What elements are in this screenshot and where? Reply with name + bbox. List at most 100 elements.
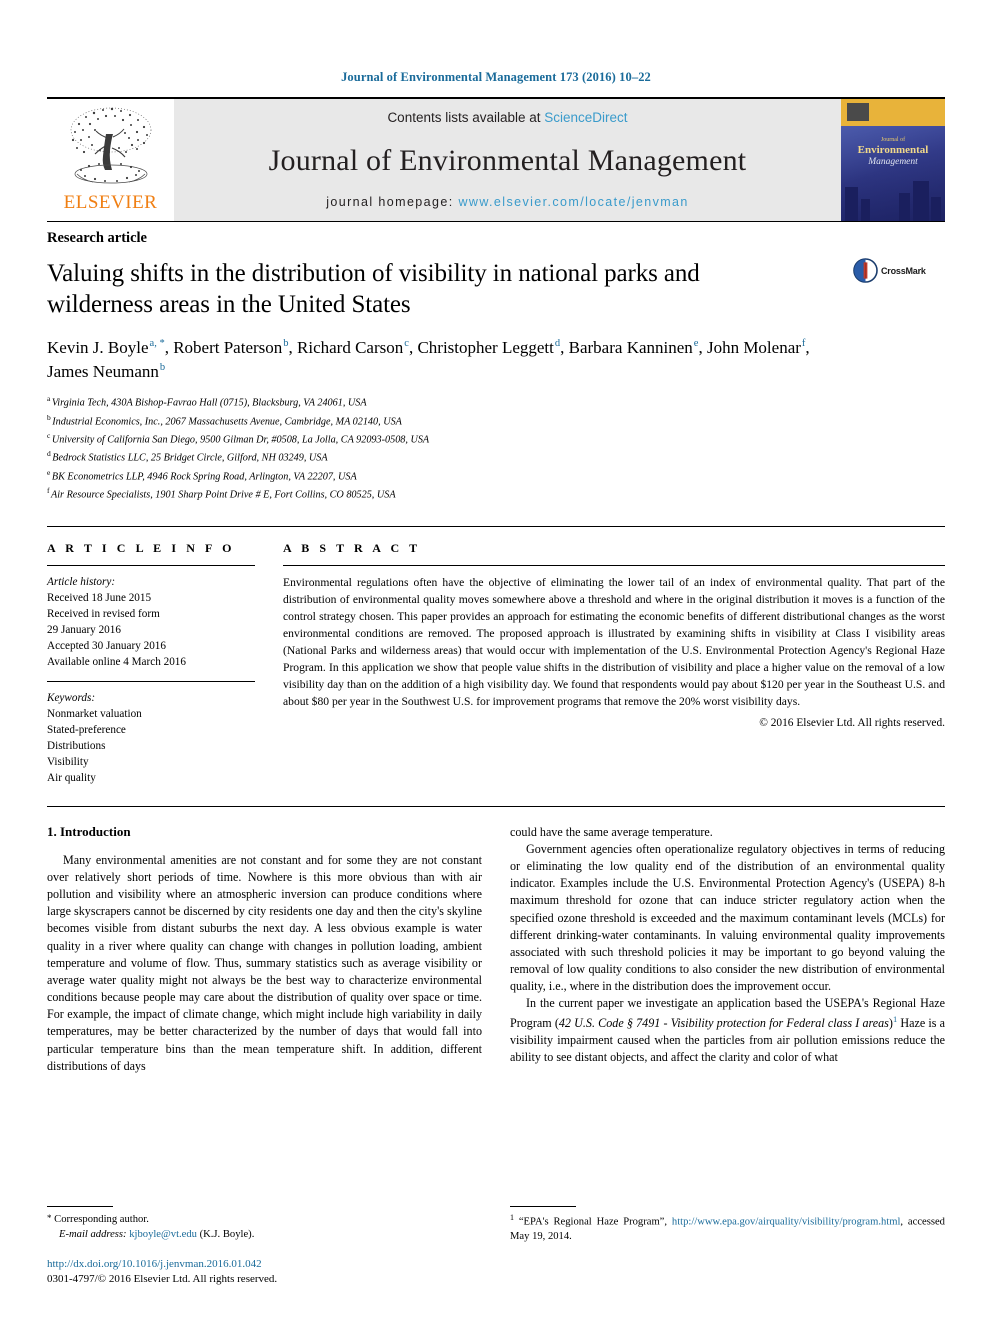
affiliation-text: University of California San Diego, 9500… xyxy=(51,434,430,446)
affiliation: d Bedrock Statistics LLC, 25 Bridget Circ… xyxy=(47,448,945,466)
corresponding-author-text: Corresponding author. xyxy=(54,1213,149,1225)
affiliation-text: Virginia Tech, 430A Bishop-Favrao Hall (… xyxy=(51,397,367,409)
article-history-item: Received in revised form xyxy=(47,607,160,620)
article-type-label: Research article xyxy=(47,230,147,246)
email-link[interactable]: kjboyle@vt.edu xyxy=(129,1229,197,1240)
article-info-rule xyxy=(47,564,255,566)
article-history-item: 29 January 2016 xyxy=(47,623,121,636)
page-title: Valuing shifts in the distribution of vi… xyxy=(47,260,700,318)
elsevier-wordmark: ELSEVIER xyxy=(63,192,158,213)
article-history-lines: Received 18 June 2015 Received in revised… xyxy=(47,590,255,670)
author-name: Robert Paterson xyxy=(173,338,283,357)
keywords-lines: Nonmarket valuation Stated-preference Dist… xyxy=(47,706,255,786)
section-heading-introduction: 1. Introduction xyxy=(47,823,131,839)
corresponding-author-marker: * xyxy=(47,1212,52,1223)
affiliation: a Virginia Tech, 430A Bishop-Favrao Hall … xyxy=(47,393,945,411)
article-history-item: Available online 4 March 2016 xyxy=(47,655,186,668)
cover-building-2 xyxy=(861,199,870,221)
affiliation-text: Bedrock Statistics LLC, 25 Bridget Circl… xyxy=(52,452,328,464)
article-history-label: Article history: xyxy=(47,575,116,588)
crossmark-label: CrossMark xyxy=(881,265,926,276)
cover-building-5 xyxy=(931,197,941,221)
footnote-column-left: * Corresponding author. E-mail address: … xyxy=(47,1205,482,1287)
keyword-item: Nonmarket valuation xyxy=(47,707,142,720)
doi-link[interactable]: http://dx.doi.org/10.1016/j.jenvman.2016… xyxy=(47,1257,482,1272)
journal-title: Journal of Environmental Management xyxy=(268,143,747,177)
contents-prefix: Contents lists available at xyxy=(387,110,545,125)
author-name: Barbara Kanninen xyxy=(568,338,693,357)
abstract-copyright: © 2016 Elsevier Ltd. All rights reserved… xyxy=(759,716,945,729)
keyword-item: Air quality xyxy=(47,771,96,784)
cover-building-3 xyxy=(899,193,910,221)
masthead-center: Contents lists available at ScienceDirec… xyxy=(174,99,841,221)
elsevier-logo: ELSEVIER xyxy=(47,99,174,221)
footnote-column-right: 1 “EPA's Regional Haze Program”, http://… xyxy=(510,1205,945,1287)
affiliation: e BK Econometrics LLP, 4946 Rock Spring R… xyxy=(47,467,945,485)
footnote-rule-left xyxy=(47,1205,113,1207)
article-info-column: A R T I C L E I N F O Article history: R… xyxy=(47,541,255,786)
issn-copyright-line: 0301-4797/© 2016 Elsevier Ltd. All right… xyxy=(47,1272,278,1285)
author-affiliation-marker: b xyxy=(283,338,289,350)
email-suffix: (K.J. Boyle). xyxy=(199,1228,255,1240)
corresponding-author-note: * Corresponding author. xyxy=(47,1212,482,1227)
paragraph: Many environmental amenities are not con… xyxy=(47,852,482,1073)
footnote-1: 1 “EPA's Regional Haze Program”, http://… xyxy=(510,1212,945,1245)
body-column-right: could have the same average temperature.… xyxy=(510,824,945,1075)
affiliation: c University of California San Diego, 950… xyxy=(47,430,945,448)
footnote-area: * Corresponding author. E-mail address: … xyxy=(47,1205,945,1287)
info-abstract-section: A R T I C L E I N F O Article history: R… xyxy=(47,525,945,786)
author-affiliation-marker: f xyxy=(801,338,806,350)
author-affiliation-marker: c xyxy=(404,338,409,350)
abstract-text: Environmental regulations often have the… xyxy=(283,575,945,708)
abstract-column: A B S T R A C T Environmental regulation… xyxy=(283,541,945,786)
crossmark-badge[interactable]: CrossMark xyxy=(853,258,945,283)
author-name: Richard Carson xyxy=(297,338,404,357)
article-title-block: Research article Valuing shifts in the d… xyxy=(47,230,945,504)
author-affiliation-marker: e xyxy=(693,338,699,350)
abstract-heading: A B S T R A C T xyxy=(283,540,421,555)
cover-title: Journal of Environmental Management xyxy=(841,137,945,167)
keywords-label: Keywords: xyxy=(47,691,96,704)
elsevier-tree-icon xyxy=(70,107,151,184)
statute-citation: 42 U.S. Code § 7491 - Visibility protect… xyxy=(558,1015,889,1030)
keywords-group: Keywords: Nonmarket valuation Stated-pref… xyxy=(47,690,255,786)
cover-building-4 xyxy=(913,181,929,221)
paragraph-continuation: could have the same average temperature. xyxy=(510,824,713,839)
author-list: Kevin J. Boylea, *, Robert Patersonb, Ri… xyxy=(47,338,810,382)
keywords-divider xyxy=(47,680,255,682)
keyword-item: Distributions xyxy=(47,739,106,752)
affiliation-list: a Virginia Tech, 430A Bishop-Favrao Hall … xyxy=(47,393,945,503)
footnote-1-marker: 1 xyxy=(510,1212,514,1222)
article-history-item: Received 18 June 2015 xyxy=(47,591,152,604)
author-name: James Neumann xyxy=(47,362,159,382)
author-name: Kevin J. Boyle xyxy=(47,338,149,357)
body-columns: 1. Introduction Many environmental ameni… xyxy=(47,824,945,1075)
cover-elsevier-mark xyxy=(847,103,869,121)
homepage-link[interactable]: www.elsevier.com/locate/jenvman xyxy=(458,195,688,209)
affiliation: b Industrial Economics, Inc., 2067 Massac… xyxy=(47,412,945,430)
sciencedirect-link[interactable]: ScienceDirect xyxy=(544,110,627,125)
contents-available-line: Contents lists available at ScienceDirec… xyxy=(387,110,627,125)
paragraph: Government agencies often operationalize… xyxy=(510,841,945,994)
email-note: E-mail address: kjboyle@vt.edu (K.J. Boy… xyxy=(47,1227,482,1242)
doi-block: http://dx.doi.org/10.1016/j.jenvman.2016… xyxy=(47,1257,482,1287)
epa-url-link[interactable]: http://www.epa.gov/airquality/visibility… xyxy=(672,1216,901,1227)
cover-top-band xyxy=(841,99,945,126)
cover-line-2: Environmental xyxy=(857,143,929,156)
author-affiliation-marker: a, * xyxy=(149,338,165,350)
footnote-rule-right xyxy=(510,1205,576,1207)
affiliation-text: Air Resource Specialists, 1901 Sharp Poi… xyxy=(51,489,396,501)
journal-homepage-line: journal homepage: www.elsevier.com/locat… xyxy=(326,195,689,209)
footnote-1-pre: “EPA's Regional Haze Program”, xyxy=(518,1216,672,1228)
email-label: E-mail address: xyxy=(59,1228,127,1240)
paragraph-with-footnote: In the current paper we investigate an a… xyxy=(510,995,945,1066)
cover-line-1: Journal of xyxy=(880,137,906,143)
cover-line-3: Management xyxy=(868,156,918,167)
crossmark-icon xyxy=(853,258,878,283)
article-history-item: Accepted 30 January 2016 xyxy=(47,639,166,652)
affiliation: f Air Resource Specialists, 1901 Sharp Po… xyxy=(47,485,945,503)
cover-building-1 xyxy=(845,187,858,221)
author-affiliation-marker: d xyxy=(554,338,561,350)
paper-page: Journal of Environmental Management 173 … xyxy=(0,0,992,1323)
author-affiliation-marker: b xyxy=(159,362,166,374)
